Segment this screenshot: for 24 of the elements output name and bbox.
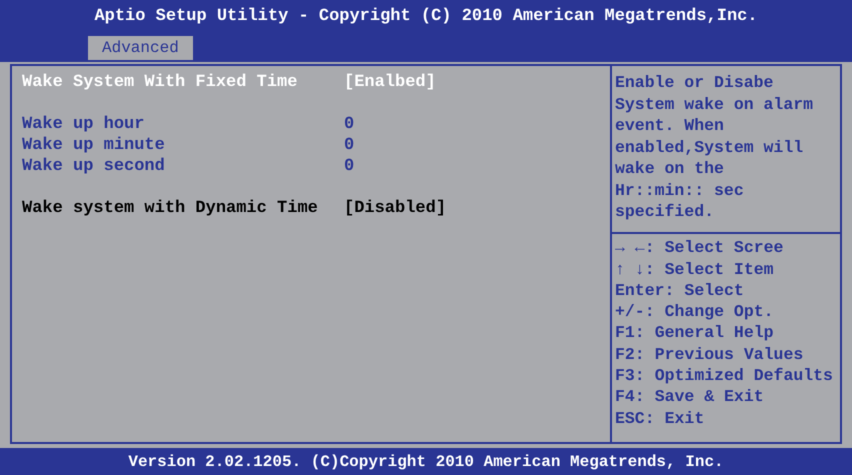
setting-value[interactable]: [Enalbed]: [344, 70, 436, 96]
key-hint: F3:: [615, 365, 645, 388]
key-action: Select Item: [664, 258, 774, 281]
status-bar-text: Version 2.02.1205. (C)Copyright 2010 American Megatrends, Inc.: [128, 452, 724, 472]
window-title: Aptio Setup Utility - Copyright (C) 2010 American Megatrends,Inc.: [94, 6, 758, 28]
setting-label[interactable]: Wake System With Fixed Time: [22, 70, 344, 96]
key-hint: F2:: [615, 344, 645, 366]
key-hint: → ←:: [615, 237, 655, 260]
key-hint: ESC:: [615, 408, 655, 430]
help-text: Enable or Disabe System wake on alarm event. When enabled,System will wake on the Hr::min:: sec specified.: [615, 72, 814, 222]
key-action: Optimized Defaults: [654, 365, 833, 388]
key-action: Select Scree: [664, 237, 784, 260]
key-action: General Help: [654, 322, 774, 344]
key-action: Change Opt.: [664, 301, 774, 324]
key-action: Save & Exit: [654, 386, 764, 408]
key-action: Exit: [664, 408, 704, 430]
key-hint: ↑ ↓:: [615, 258, 655, 281]
key-hint: F4:: [615, 386, 645, 408]
key-action: Previous Values: [654, 344, 804, 366]
key-hint: Enter:: [615, 280, 674, 302]
key-hint: F1:: [615, 322, 645, 344]
menu-tab[interactable]: Advanced: [88, 36, 193, 60]
key-hint: +/-:: [615, 301, 655, 324]
key-action: Select: [684, 280, 744, 302]
